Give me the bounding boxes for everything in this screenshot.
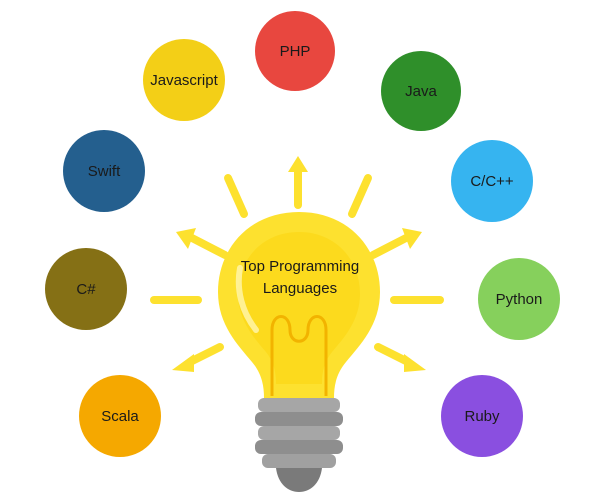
bulb-base <box>255 398 343 492</box>
bubble-scala-label: Scala <box>101 407 139 425</box>
ray-upper-left <box>224 174 248 218</box>
bubble-java-label: Java <box>405 82 437 100</box>
ray-right-up <box>369 234 410 259</box>
bubble-ruby: Ruby <box>441 375 523 457</box>
ray-upper-right <box>348 174 372 218</box>
bubble-csharp-label: C# <box>76 280 96 298</box>
bubble-c-cpp: C/C++ <box>451 140 533 222</box>
center-title-line2: Languages <box>262 280 338 297</box>
center-title: Top Programming Languages <box>222 256 378 300</box>
ray-right-down <box>374 343 412 366</box>
ray-top-arrow <box>288 156 308 172</box>
bubble-scala: Scala <box>79 375 161 457</box>
bubble-php: PHP <box>255 11 335 91</box>
bubble-javascript-label: Javascript <box>150 71 218 89</box>
bubble-java: Java <box>381 51 461 131</box>
ray-left-up <box>188 234 229 259</box>
bubble-c-cpp-label: C/C++ <box>470 172 514 190</box>
bubble-javascript: Javascript <box>143 39 225 121</box>
ray-left-down <box>186 343 224 366</box>
bubble-swift: Swift <box>63 130 145 212</box>
bubble-python: Python <box>478 258 560 340</box>
bubble-swift-label: Swift <box>87 162 121 180</box>
bubble-ruby-label: Ruby <box>464 407 500 425</box>
center-title-line1: Top Programming <box>240 258 360 275</box>
bubble-csharp: C# <box>45 248 127 330</box>
bubble-python-label: Python <box>495 290 543 308</box>
ray-right-down-arrow <box>404 354 426 372</box>
bubble-php-label: PHP <box>279 42 311 60</box>
ray-left-down-arrow <box>172 354 194 372</box>
diagram: Top Programming Languages PHP Java C/C++… <box>0 0 611 502</box>
